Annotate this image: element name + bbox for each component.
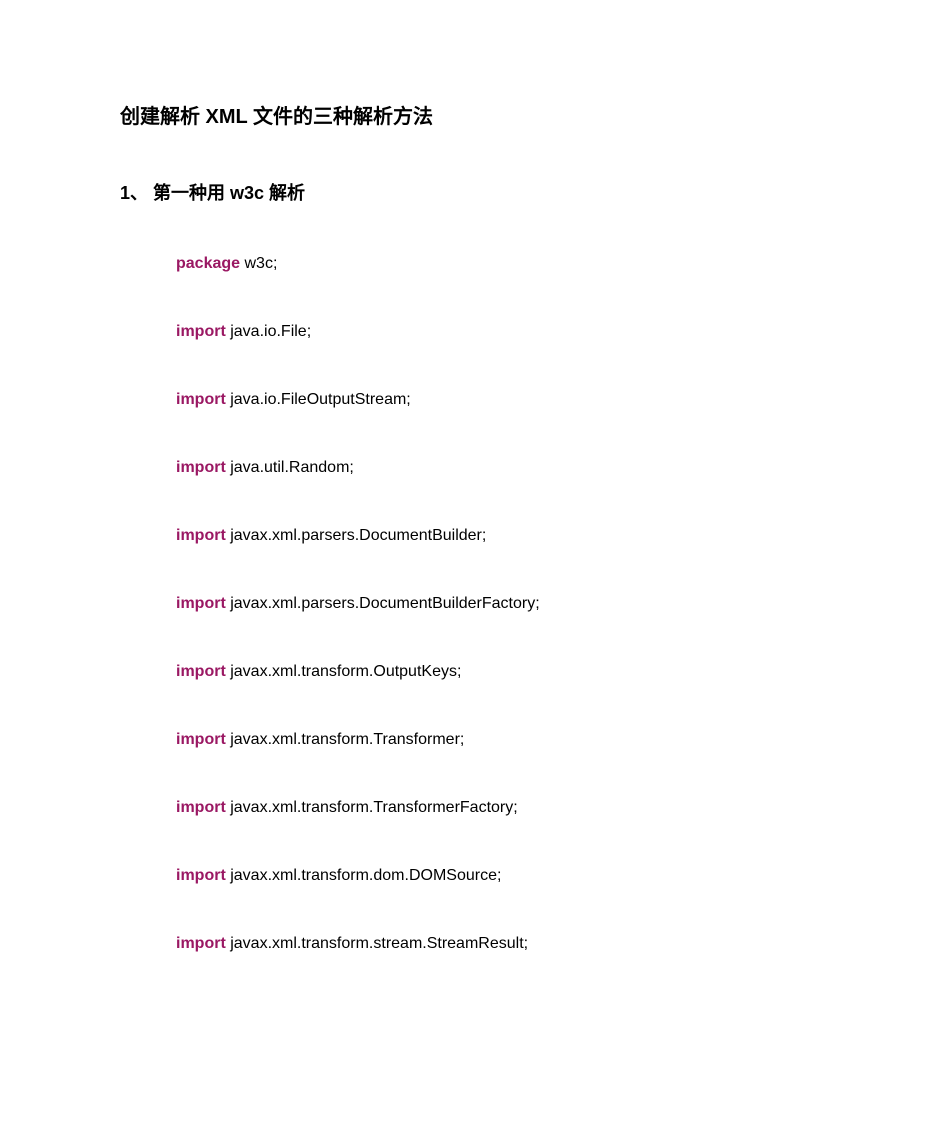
code-text: java.util.Random; <box>226 459 354 476</box>
keyword-import: import <box>176 935 226 952</box>
code-line: import javax.xml.transform.stream.Stream… <box>176 935 945 953</box>
code-text: w3c; <box>240 255 277 272</box>
code-text: javax.xml.parsers.DocumentBuilder; <box>226 527 487 544</box>
keyword-import: import <box>176 323 226 340</box>
code-text: java.io.File; <box>226 323 311 340</box>
code-block: package w3c; import java.io.File; import… <box>120 255 945 953</box>
code-line: import java.io.File; <box>176 323 945 341</box>
code-line: import java.io.FileOutputStream; <box>176 391 945 409</box>
section-heading: 1、 第一种用 w3c 解析 <box>120 179 945 205</box>
code-text: javax.xml.transform.OutputKeys; <box>226 663 462 680</box>
keyword-import: import <box>176 527 226 544</box>
code-line: import javax.xml.transform.OutputKeys; <box>176 663 945 681</box>
code-text: javax.xml.transform.TransformerFactory; <box>226 799 518 816</box>
keyword-import: import <box>176 595 226 612</box>
keyword-import: import <box>176 867 226 884</box>
code-line: package w3c; <box>176 255 945 273</box>
code-text: javax.xml.transform.stream.StreamResult; <box>226 935 528 952</box>
code-line: import java.util.Random; <box>176 459 945 477</box>
code-text: javax.xml.transform.Transformer; <box>226 731 465 748</box>
keyword-import: import <box>176 731 226 748</box>
code-line: import javax.xml.transform.TransformerFa… <box>176 799 945 817</box>
keyword-import: import <box>176 391 226 408</box>
code-line: import javax.xml.transform.dom.DOMSource… <box>176 867 945 885</box>
code-line: import javax.xml.transform.Transformer; <box>176 731 945 749</box>
code-text: java.io.FileOutputStream; <box>226 391 411 408</box>
keyword-package: package <box>176 255 240 272</box>
document-title: 创建解析 XML 文件的三种解析方法 <box>120 100 945 129</box>
code-line: import javax.xml.parsers.DocumentBuilder… <box>176 595 945 613</box>
code-text: javax.xml.parsers.DocumentBuilderFactory… <box>226 595 540 612</box>
keyword-import: import <box>176 799 226 816</box>
keyword-import: import <box>176 663 226 680</box>
code-text: javax.xml.transform.dom.DOMSource; <box>226 867 502 884</box>
code-line: import javax.xml.parsers.DocumentBuilder… <box>176 527 945 545</box>
keyword-import: import <box>176 459 226 476</box>
